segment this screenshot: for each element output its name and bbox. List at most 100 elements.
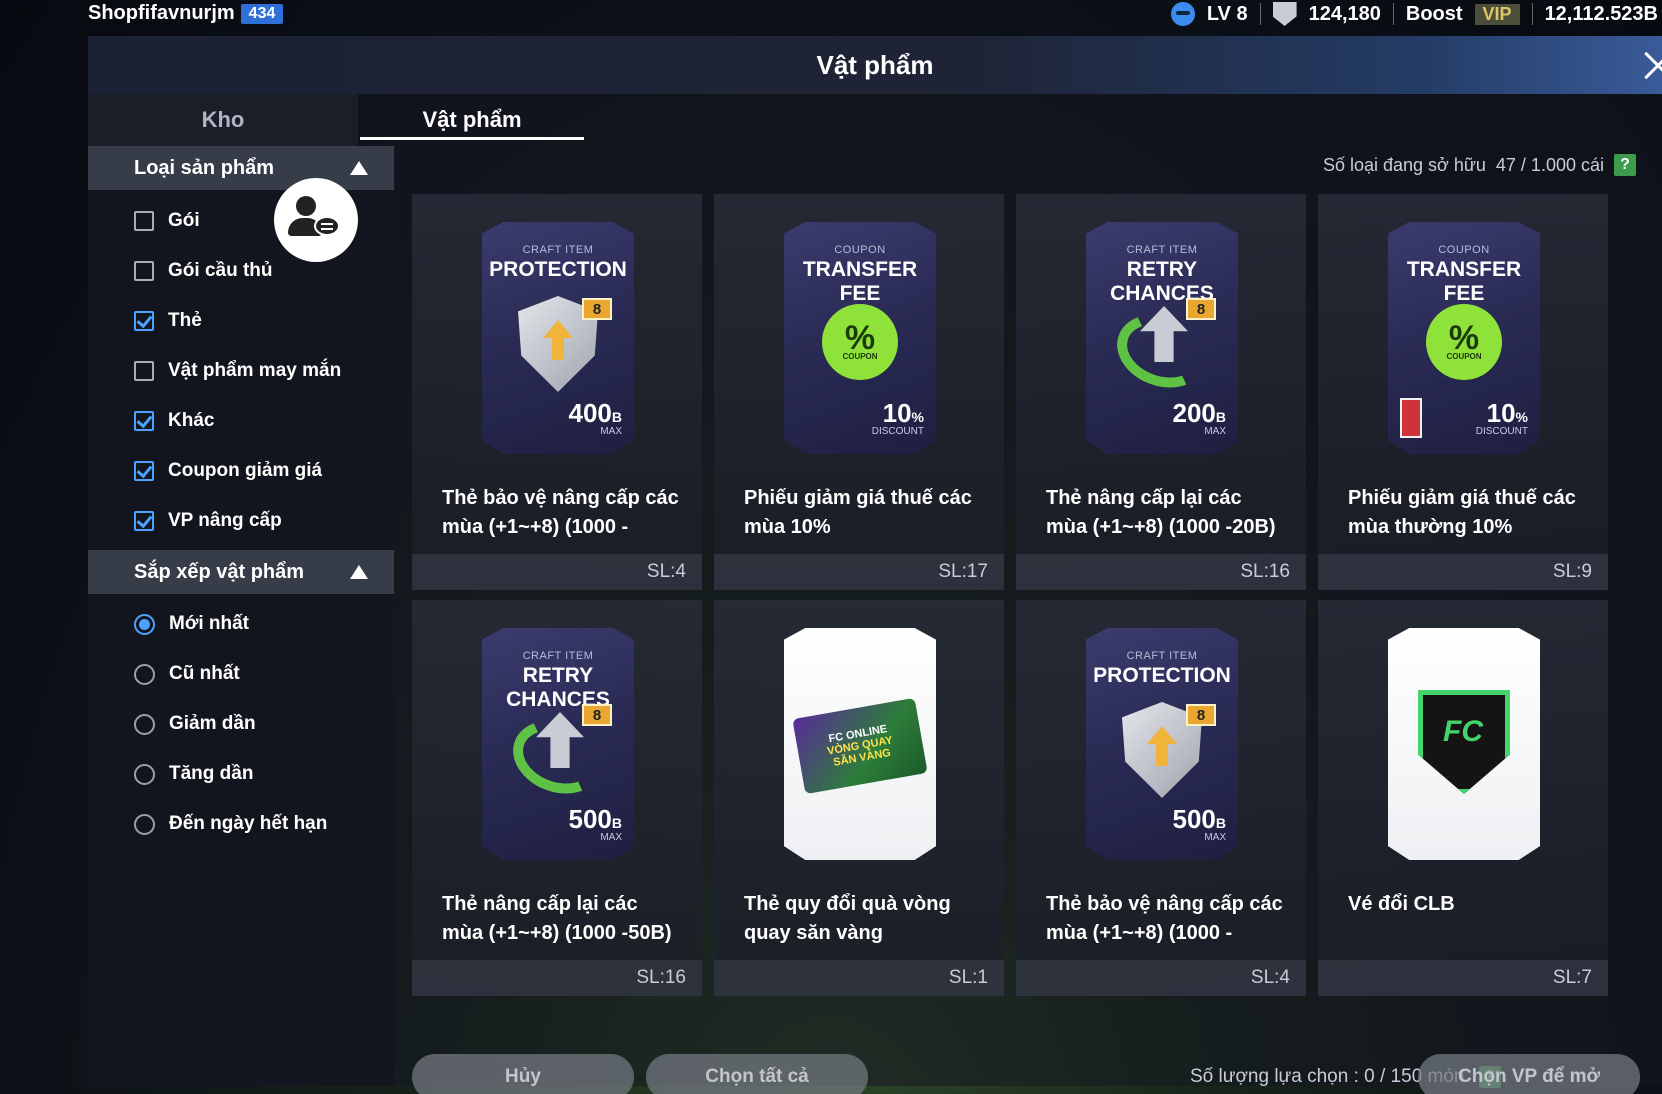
product-type-option[interactable]: Vật phẩm may mắn — [134, 356, 341, 386]
divider — [1392, 3, 1394, 25]
sort-option[interactable]: Cũ nhất — [134, 659, 240, 689]
level-badge: 8 — [1186, 704, 1216, 726]
sort-header[interactable]: Sắp xếp vật phẩm — [88, 550, 394, 594]
club-crest-icon — [1418, 690, 1510, 794]
tab-kho[interactable]: Kho — [88, 94, 358, 146]
option-label: Khác — [168, 410, 215, 431]
product-type-title: Loại sản phẩm — [134, 156, 275, 179]
item-value-number: 500 — [1172, 804, 1216, 834]
item-card[interactable]: COUPON TRANSFER FEE 10% DISCOUNT% COUPON Phiế… — [714, 194, 1004, 590]
product-type-header[interactable]: Loại sản phẩm — [88, 146, 394, 190]
coupon-percent-icon: % COUPON — [1426, 304, 1502, 380]
item-quantity: SL:17 — [938, 561, 988, 582]
radio-button[interactable] — [134, 613, 155, 635]
item-image-value: 10% — [1487, 398, 1528, 429]
sort-option[interactable]: Giảm dần — [134, 709, 256, 739]
item-image — [1388, 628, 1540, 860]
currency-area: LV 8 124,180 Boost VIP 12,112.523B — [1170, 2, 1662, 26]
cancel-button[interactable]: Hủy — [412, 1054, 634, 1094]
item-card[interactable]: Vé đổi CLB SL:7 — [1318, 600, 1608, 996]
item-card[interactable]: CRAFT ITEM RETRY CHANCES 200B MAX 8 Thẻ nâng … — [1016, 194, 1306, 590]
product-type-option[interactable]: Thẻ — [134, 306, 202, 336]
item-value-unit: B — [611, 409, 622, 425]
option-label: Vật phẩm may mắn — [168, 360, 342, 381]
option-label: Cũ nhất — [169, 663, 240, 684]
product-type-option[interactable]: Gói cầu thủ — [134, 256, 273, 286]
item-image-value: 500B — [1172, 804, 1226, 835]
close-icon[interactable] — [1622, 44, 1662, 88]
item-card[interactable]: COUPON TRANSFER FEE 10% DISCOUNT% COUPON Phiế… — [1318, 194, 1608, 590]
item-image: CRAFT ITEM RETRY CHANCES 500B MAX 8 — [482, 628, 634, 860]
item-image-title: PROTECTION — [1093, 664, 1231, 687]
item-value-caption: DISCOUNT — [1475, 426, 1528, 437]
item-value-unit: B — [611, 815, 622, 831]
support-chat-icon[interactable] — [274, 178, 358, 262]
option-label: Giảm dần — [169, 713, 256, 734]
tab-bar: Kho Vật phẩm — [88, 94, 1662, 146]
window-titlebar: Vật phẩm — [88, 36, 1662, 94]
sort-option[interactable]: Mới nhất — [134, 609, 249, 639]
item-image: COUPON TRANSFER FEE 10% DISCOUNT% COUPON — [784, 222, 936, 454]
restricted-lock-icon — [1400, 398, 1422, 438]
product-type-option[interactable]: Khác — [134, 406, 214, 436]
sort-option[interactable]: Đến ngày hết hạn — [134, 809, 327, 839]
lucky-wheel-ticket-icon: FC ONLINE VÒNG QUAY SĂN VÀNG — [792, 697, 928, 795]
checkbox[interactable] — [134, 261, 154, 281]
product-type-option[interactable]: VP nâng cấp — [134, 506, 282, 536]
checkbox[interactable] — [134, 311, 154, 331]
item-image-subtitle: COUPON — [1438, 244, 1490, 256]
item-value-number: 200 — [1172, 398, 1216, 428]
item-value-unit: B — [1215, 815, 1226, 831]
item-quantity-bar: SL:1 — [714, 960, 1004, 996]
item-card[interactable]: CRAFT ITEM PROTECTION 500B MAX 8 Thẻ bảo vệ n… — [1016, 600, 1306, 996]
item-card[interactable]: CRAFT ITEM PROTECTION 400B MAX 8 Thẻ bảo vệ n… — [412, 194, 702, 590]
radio-button[interactable] — [134, 763, 155, 785]
item-name: Thẻ nâng cấp lại các mùa (+1~+8) (1000 -… — [1046, 487, 1276, 538]
product-type-option[interactable]: Gói — [134, 206, 200, 236]
item-name: Phiếu giảm giá thuế các mùa 10% — [744, 487, 972, 538]
item-image-value: 200B — [1172, 398, 1226, 429]
checkbox[interactable] — [134, 211, 154, 231]
collapse-triangle-icon[interactable] — [350, 161, 368, 175]
option-label: Thẻ — [168, 310, 202, 331]
message-bubble-shape — [314, 216, 340, 236]
product-type-option[interactable]: Coupon giảm giá — [134, 456, 322, 486]
item-quantity: SL:9 — [1552, 561, 1592, 582]
sort-option[interactable]: Tăng dần — [134, 759, 253, 789]
item-image-title: PROTECTION — [489, 258, 627, 281]
item-quantity: SL:16 — [636, 967, 686, 988]
owned-count: Số loại đang sở hữu 47 / 1.000 cái ? — [1323, 154, 1636, 176]
item-name: Thẻ nâng cấp lại các mùa (+1~+8) (1000 -… — [442, 893, 672, 944]
item-quantity: SL:1 — [948, 967, 988, 988]
item-quantity: SL:4 — [646, 561, 686, 582]
item-card[interactable]: CRAFT ITEM RETRY CHANCES 500B MAX 8 Thẻ nâng … — [412, 600, 702, 996]
item-quantity-bar: SL:16 — [412, 960, 702, 996]
coupon-symbol: % — [1448, 319, 1480, 357]
item-image-title: TRANSFER FEE — [802, 258, 918, 305]
item-card[interactable]: FC ONLINE VÒNG QUAY SĂN VÀNG Thẻ quy đổi qu… — [714, 600, 1004, 996]
level-badge: 8 — [582, 298, 612, 320]
item-image-subtitle: COUPON — [834, 244, 886, 256]
item-name: Thẻ quy đổi quà vòng quay săn vàng — [744, 893, 951, 944]
open-items-button[interactable]: Chọn VP để mở — [1418, 1054, 1640, 1094]
item-image-title: TRANSFER FEE — [1406, 258, 1522, 305]
tab-vat-pham[interactable]: Vật phẩm — [360, 94, 584, 146]
radio-button[interactable] — [134, 713, 155, 735]
radio-button[interactable] — [134, 813, 155, 835]
checkbox[interactable] — [134, 411, 154, 431]
boost-label[interactable]: Boost — [1406, 3, 1463, 26]
owned-value: 47 / 1.000 cái — [1495, 154, 1604, 175]
checkbox[interactable] — [134, 461, 154, 481]
level-label: LV 8 — [1206, 2, 1248, 25]
item-quantity-bar: SL:17 — [714, 554, 1004, 590]
radio-button[interactable] — [134, 663, 155, 685]
item-quantity-bar: SL:7 — [1318, 960, 1608, 996]
help-icon[interactable]: ? — [1614, 154, 1636, 176]
checkbox[interactable] — [134, 361, 154, 381]
item-quantity: SL:4 — [1250, 967, 1290, 988]
checkbox[interactable] — [134, 511, 154, 531]
select-all-button[interactable]: Chọn tất cả — [646, 1054, 868, 1094]
vip-badge[interactable]: VIP — [1474, 3, 1520, 25]
collapse-triangle-icon[interactable] — [350, 565, 368, 579]
item-value-unit: B — [1215, 409, 1226, 425]
